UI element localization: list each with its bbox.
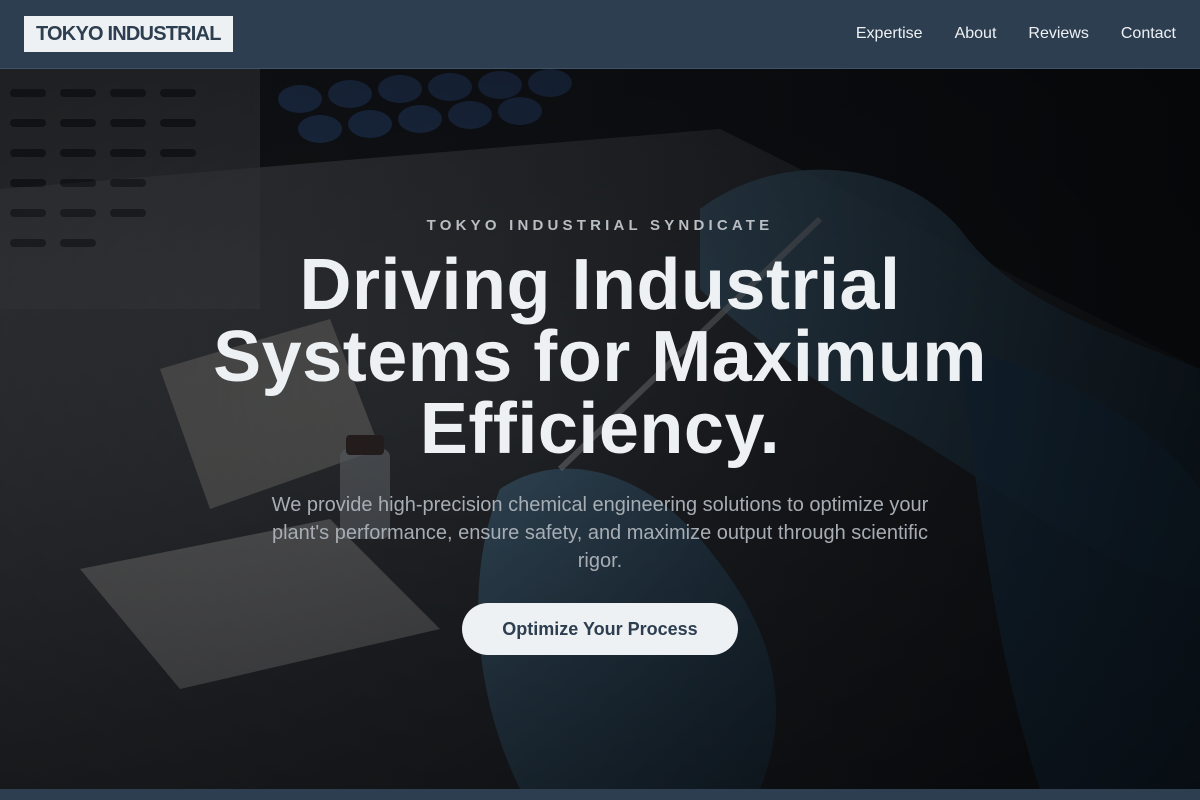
nav-link-expertise[interactable]: Expertise bbox=[856, 25, 923, 43]
main-nav: Expertise About Reviews Contact bbox=[824, 25, 1176, 43]
site-header: TOKYO INDUSTRIAL Expertise About Reviews… bbox=[0, 0, 1200, 69]
nav-link-contact[interactable]: Contact bbox=[1121, 25, 1176, 43]
hero-content: TOKYO INDUSTRIAL SYNDICATE Driving Indus… bbox=[0, 69, 1200, 789]
hero-eyebrow: TOKYO INDUSTRIAL SYNDICATE bbox=[426, 217, 774, 234]
hero-headline: Driving Industrial Systems for Maximum E… bbox=[213, 245, 987, 469]
hero-section: TOKYO INDUSTRIAL SYNDICATE Driving Indus… bbox=[0, 69, 1200, 789]
nav-link-reviews[interactable]: Reviews bbox=[1028, 25, 1088, 43]
site-logo[interactable]: TOKYO INDUSTRIAL bbox=[24, 16, 233, 52]
nav-link-about[interactable]: About bbox=[955, 25, 997, 43]
optimize-process-button[interactable]: Optimize Your Process bbox=[462, 603, 738, 655]
next-section-edge bbox=[0, 789, 1200, 800]
hero-subtext: We provide high-precision chemical engin… bbox=[271, 494, 929, 572]
